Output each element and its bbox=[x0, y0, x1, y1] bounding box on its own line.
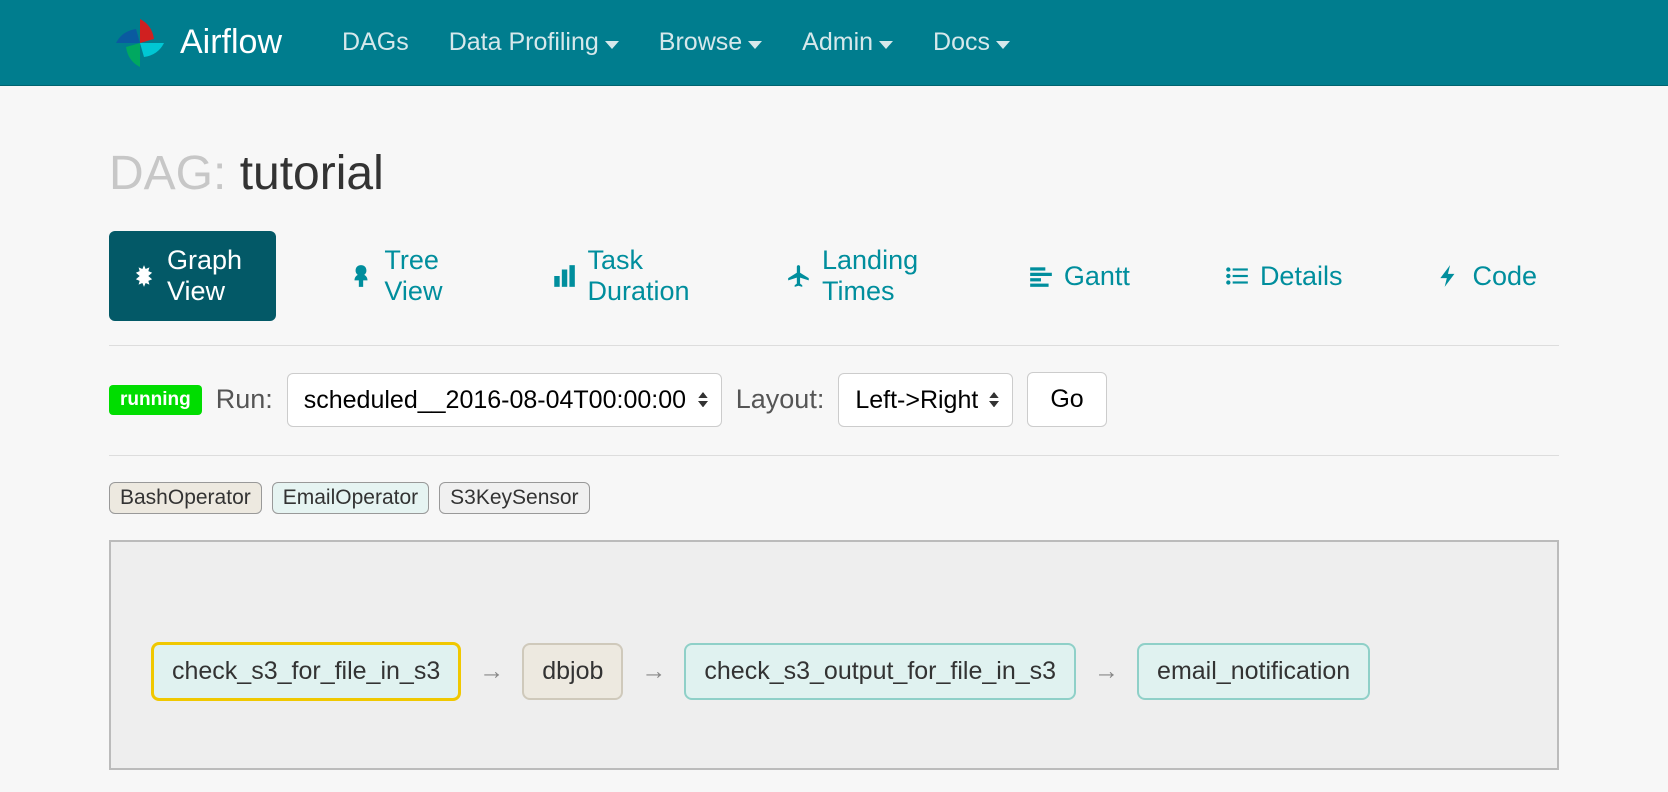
dag-flow: check_s3_for_file_in_s3 → dbjob → check_… bbox=[151, 642, 1517, 701]
navbar-brand[interactable]: Airflow bbox=[110, 13, 282, 73]
gantt-icon bbox=[1028, 263, 1054, 289]
run-label: Run: bbox=[216, 384, 273, 415]
chevron-down-icon bbox=[996, 41, 1010, 49]
task-node-dbjob[interactable]: dbjob bbox=[522, 643, 623, 700]
chevron-down-icon bbox=[879, 41, 893, 49]
nav-browse[interactable]: Browse bbox=[659, 28, 762, 57]
arrow-icon: → bbox=[1094, 657, 1119, 686]
legend-email-operator[interactable]: EmailOperator bbox=[272, 482, 429, 514]
chevron-down-icon bbox=[748, 41, 762, 49]
list-icon bbox=[1224, 263, 1250, 289]
nav-admin[interactable]: Admin bbox=[802, 28, 893, 57]
tab-task-duration[interactable]: Task Duration bbox=[529, 231, 714, 321]
go-button[interactable]: Go bbox=[1027, 372, 1106, 427]
brand-text: Airflow bbox=[180, 23, 282, 62]
arrow-icon: → bbox=[641, 657, 666, 686]
task-node-check-s3-for-file-in-s3[interactable]: check_s3_for_file_in_s3 bbox=[151, 642, 461, 701]
arrow-icon: → bbox=[479, 657, 504, 686]
legend-bash-operator[interactable]: BashOperator bbox=[109, 482, 262, 514]
tab-gantt[interactable]: Gantt bbox=[1006, 247, 1152, 306]
navbar: Airflow DAGs Data Profiling Browse Admin… bbox=[0, 0, 1668, 86]
tab-details[interactable]: Details bbox=[1202, 247, 1365, 306]
status-badge: running bbox=[109, 385, 202, 415]
chevron-down-icon bbox=[605, 41, 619, 49]
nav-data-profiling[interactable]: Data Profiling bbox=[449, 28, 619, 57]
task-node-email-notification[interactable]: email_notification bbox=[1137, 643, 1370, 700]
tab-bar: Graph View Tree View Task Duration Landi… bbox=[109, 231, 1559, 346]
tree-icon bbox=[348, 263, 374, 289]
starburst-icon bbox=[131, 263, 157, 289]
legend-s3-key-sensor[interactable]: S3KeySensor bbox=[439, 482, 589, 514]
layout-label: Layout: bbox=[736, 384, 825, 415]
airflow-logo-icon bbox=[110, 13, 170, 73]
run-select[interactable]: scheduled__2016-08-04T00:00:00 bbox=[287, 373, 722, 427]
nav-docs[interactable]: Docs bbox=[933, 28, 1010, 57]
page-title: DAG: tutorial bbox=[109, 146, 1559, 201]
tab-tree-view[interactable]: Tree View bbox=[326, 231, 479, 321]
main-container: DAG: tutorial Graph View Tree View Task … bbox=[109, 86, 1559, 770]
tab-graph-view[interactable]: Graph View bbox=[109, 231, 276, 321]
layout-select[interactable]: Left->Right bbox=[838, 373, 1013, 427]
task-node-check-s3-output-for-file-in-s3[interactable]: check_s3_output_for_file_in_s3 bbox=[684, 643, 1076, 700]
filter-bar: running Run: scheduled__2016-08-04T00:00… bbox=[109, 372, 1559, 456]
tab-landing-times[interactable]: Landing Times bbox=[764, 231, 956, 321]
tab-code[interactable]: Code bbox=[1414, 247, 1559, 306]
bolt-icon bbox=[1436, 263, 1462, 289]
operator-legend: BashOperator EmailOperator S3KeySensor bbox=[109, 482, 1559, 514]
bar-chart-icon bbox=[551, 263, 577, 289]
plane-icon bbox=[786, 263, 812, 289]
nav-dags[interactable]: DAGs bbox=[342, 28, 409, 57]
graph-canvas[interactable]: check_s3_for_file_in_s3 → dbjob → check_… bbox=[109, 540, 1559, 770]
